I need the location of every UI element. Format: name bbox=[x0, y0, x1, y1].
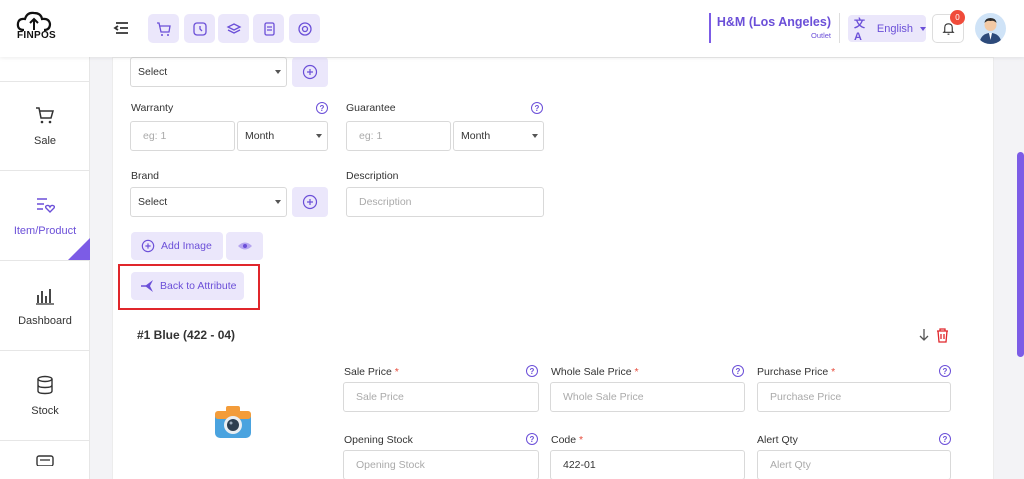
code-input[interactable]: 422-01 bbox=[550, 450, 745, 479]
receipt-icon bbox=[263, 21, 275, 36]
scrollbar-thumb[interactable] bbox=[1017, 152, 1024, 357]
sidebar-item-product[interactable]: Item/Product bbox=[0, 172, 90, 261]
preview-image-button[interactable] bbox=[226, 232, 263, 260]
layers-icon bbox=[226, 22, 241, 34]
sidebar-item-dashboard[interactable]: Dashboard bbox=[0, 262, 90, 351]
notifications-button[interactable]: 0 bbox=[932, 10, 965, 43]
add-option-button[interactable] bbox=[292, 57, 328, 87]
label-text: Purchase Price bbox=[757, 366, 829, 378]
receipt-icon bbox=[36, 455, 54, 466]
sale-price-label: Sale Price * bbox=[344, 366, 399, 378]
sidebar-item-sale[interactable]: Sale bbox=[0, 82, 90, 171]
purchase-price-help-icon[interactable]: ? bbox=[939, 365, 951, 377]
back-to-attribute-button[interactable]: Back to Attribute bbox=[131, 272, 244, 300]
chevron-down-icon bbox=[275, 70, 281, 74]
warranty-help-icon[interactable]: ? bbox=[316, 102, 328, 114]
plus-circle-icon bbox=[141, 239, 155, 253]
support-tool-button[interactable] bbox=[289, 14, 320, 43]
top-select[interactable]: Select bbox=[130, 57, 287, 87]
guarantee-label: Guarantee bbox=[346, 102, 396, 114]
alert-qty-help-icon[interactable]: ? bbox=[939, 433, 951, 445]
sidebar-item-label: Dashboard bbox=[18, 315, 72, 327]
sale-price-input[interactable]: Sale Price bbox=[343, 382, 539, 412]
top-bar: FINPOS H&M (Los Angeles) Outlet 文A Engli… bbox=[0, 0, 1024, 57]
cart-icon bbox=[156, 21, 171, 36]
select-value: Select bbox=[138, 66, 168, 78]
add-image-button[interactable]: Add Image bbox=[131, 232, 223, 260]
brand-label: Brand bbox=[131, 170, 160, 182]
store-type: Outlet bbox=[810, 31, 831, 40]
store-name: H&M (Los Angeles) bbox=[716, 15, 831, 29]
translate-icon: 文A bbox=[854, 17, 865, 43]
sidebar-item-more[interactable] bbox=[0, 442, 90, 479]
purchase-price-label: Purchase Price * bbox=[757, 366, 836, 378]
sidebar-item-label: Sale bbox=[33, 135, 57, 147]
clock-tool-button[interactable] bbox=[184, 14, 215, 43]
layers-tool-button[interactable] bbox=[218, 14, 249, 43]
store-selector[interactable]: H&M (Los Angeles) Outlet bbox=[709, 13, 840, 43]
description-input[interactable]: Description bbox=[346, 187, 544, 217]
sidebar-item-stock[interactable]: Stock bbox=[0, 352, 90, 441]
product-list-icon bbox=[37, 198, 55, 213]
sale-price-help-icon[interactable]: ? bbox=[526, 365, 538, 377]
add-image-label: Add Image bbox=[161, 240, 212, 252]
add-brand-button[interactable] bbox=[292, 187, 328, 217]
avatar[interactable] bbox=[975, 13, 1006, 44]
chevron-down-icon bbox=[275, 200, 281, 204]
opening-stock-input[interactable]: Opening Stock bbox=[343, 450, 539, 479]
description-label: Description bbox=[346, 170, 399, 182]
back-to-attribute-label: Back to Attribute bbox=[160, 280, 237, 292]
language-selector[interactable]: 文A English bbox=[848, 15, 926, 43]
opening-stock-label: Opening Stock bbox=[344, 434, 413, 446]
finpos-logo[interactable] bbox=[14, 8, 64, 48]
variant-title: #1 Blue (422 - 04) bbox=[137, 328, 236, 342]
chart-icon bbox=[36, 289, 54, 305]
whole-sale-price-input[interactable]: Whole Sale Price bbox=[550, 382, 745, 412]
whole-sale-price-help-icon[interactable]: ? bbox=[732, 365, 744, 377]
code-label: Code * bbox=[551, 434, 584, 446]
label-text: Code bbox=[551, 434, 577, 446]
brand-select[interactable]: Select bbox=[130, 187, 287, 217]
eye-icon bbox=[237, 242, 252, 250]
active-corner-indicator bbox=[68, 238, 90, 260]
guarantee-help-icon[interactable]: ? bbox=[531, 102, 543, 114]
plus-circle-icon bbox=[302, 194, 318, 210]
select-value: Month bbox=[245, 130, 275, 142]
guarantee-unit-select[interactable]: Month bbox=[453, 121, 544, 151]
opening-stock-help-icon[interactable]: ? bbox=[526, 433, 538, 445]
select-value: Month bbox=[461, 130, 491, 142]
camera-icon[interactable] bbox=[213, 404, 253, 440]
database-icon bbox=[37, 375, 53, 395]
support-icon bbox=[297, 21, 312, 36]
cart-tool-button[interactable] bbox=[148, 14, 179, 43]
sidebar-item-label: Item/Product bbox=[13, 225, 77, 237]
clock-icon bbox=[192, 21, 207, 36]
whole-sale-price-label: Whole Sale Price * bbox=[551, 366, 639, 378]
warranty-input[interactable]: eg: 1 bbox=[130, 121, 235, 151]
label-text: Sale Price bbox=[344, 366, 392, 378]
move-down-icon[interactable] bbox=[917, 328, 931, 342]
language-label: English bbox=[876, 22, 913, 35]
sidebar-collapse-icon[interactable] bbox=[112, 18, 132, 38]
alert-qty-input[interactable]: Alert Qty bbox=[757, 450, 951, 479]
purchase-price-input[interactable]: Purchase Price bbox=[757, 382, 951, 412]
logo-text: FINPOS bbox=[17, 30, 57, 41]
chevron-down-icon bbox=[316, 134, 322, 138]
plus-circle-icon bbox=[302, 64, 318, 80]
label-text: Whole Sale Price bbox=[551, 366, 632, 378]
sidebar-item-label: Stock bbox=[31, 405, 59, 417]
notification-badge: 0 bbox=[950, 10, 965, 25]
guarantee-input[interactable]: eg: 1 bbox=[346, 121, 451, 151]
delete-icon[interactable] bbox=[935, 327, 950, 343]
back-arrow-icon bbox=[141, 280, 153, 292]
alert-qty-label: Alert Qty bbox=[757, 434, 798, 446]
chevron-down-icon bbox=[920, 26, 926, 31]
cart-icon bbox=[36, 107, 54, 124]
warranty-label: Warranty bbox=[131, 102, 174, 114]
select-value: Select bbox=[138, 196, 168, 208]
receipt-tool-button[interactable] bbox=[253, 14, 284, 43]
chevron-down-icon bbox=[532, 134, 538, 138]
warranty-unit-select[interactable]: Month bbox=[237, 121, 328, 151]
sidebar: Sale Item/Product Dashboard Stock bbox=[0, 57, 90, 479]
